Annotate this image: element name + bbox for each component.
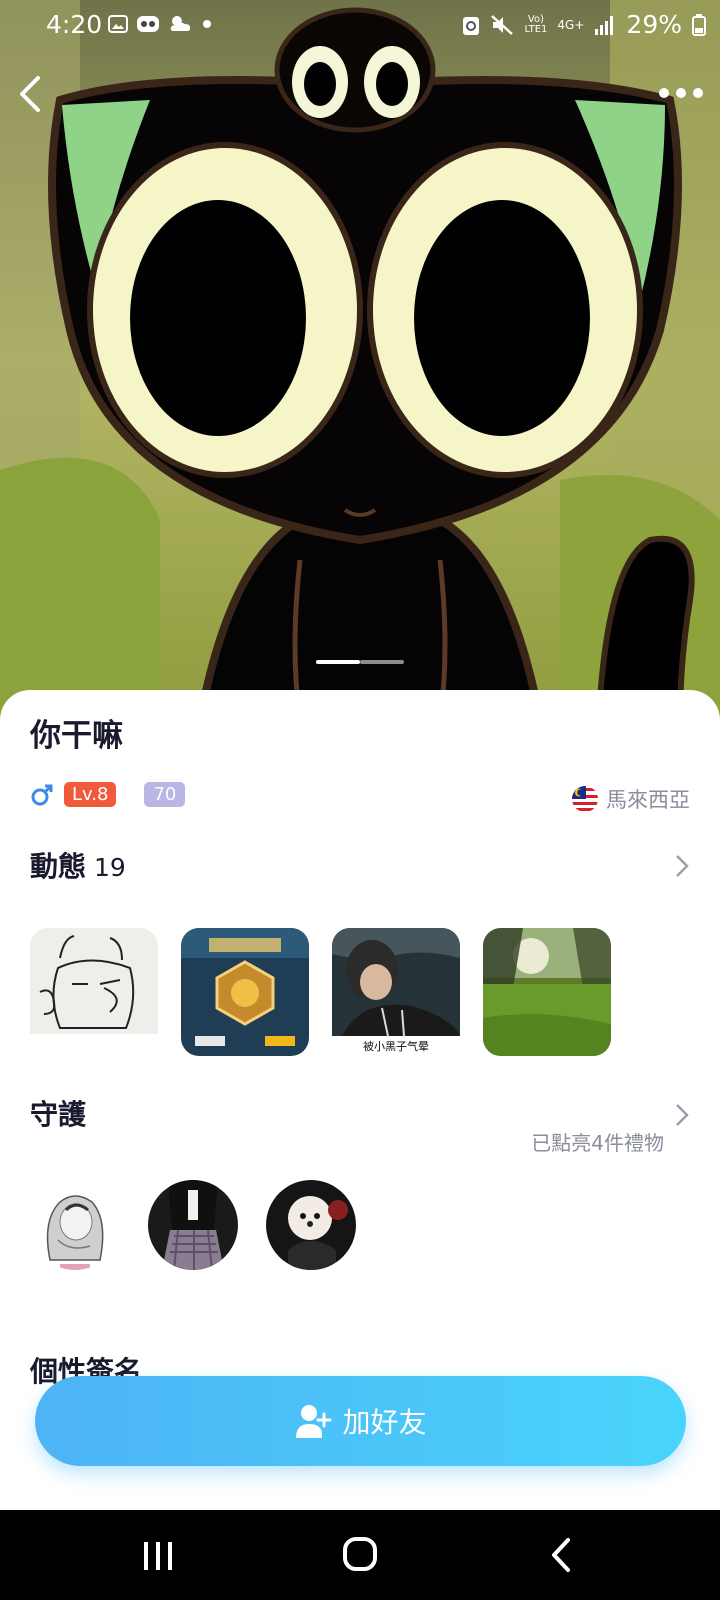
more-horizontal-icon (659, 88, 703, 98)
posts-title: 動態 (30, 850, 87, 883)
level-badge: Lv.8 (64, 782, 117, 807)
weather-icon (170, 16, 191, 31)
mute-icon (491, 14, 514, 35)
guard-section-title[interactable]: 守護 (30, 1093, 86, 1133)
dog-avatar (266, 1180, 356, 1270)
profile-photo[interactable] (0, 0, 720, 720)
score-badge: 70 (144, 782, 186, 807)
guard-chevron-right-icon[interactable] (674, 1102, 690, 1128)
person-photo-image: 被小黑子气晕 (332, 928, 460, 1056)
guard-avatar-3[interactable] (266, 1180, 356, 1270)
malaysia-flag-icon (572, 786, 598, 812)
dot-icon (203, 20, 211, 28)
signal-icon (595, 15, 614, 35)
face-app-icon (137, 16, 159, 32)
username: 你干嘛 (30, 718, 123, 754)
posts-section-title[interactable]: 動態 19 (30, 845, 126, 885)
profile-tags: Lv.8 70 (30, 782, 186, 807)
uniform-avatar (148, 1180, 238, 1270)
sketch-bunny-image (30, 928, 158, 1056)
add-friend-button[interactable]: 加好友 (35, 1376, 686, 1466)
posts-chevron-right-icon[interactable] (674, 853, 690, 879)
home-icon[interactable] (330, 1532, 390, 1578)
back-button[interactable] (12, 70, 52, 118)
status-time: 4:20 (46, 10, 103, 39)
posts-count: 19 (94, 853, 126, 882)
status-right-icons: Vo) LTE1 4G+ 29% (462, 10, 706, 39)
back-nav-icon[interactable] (532, 1532, 592, 1578)
status-bar: 4:20 Vo) LTE1 4G+ 29% (0, 0, 720, 52)
country-name: 馬來西亞 (606, 788, 690, 812)
battery-icon (692, 13, 706, 36)
add-friend-label: 加好友 (342, 1406, 427, 1439)
post-3-caption: 被小黑子气晕 (363, 1039, 429, 1053)
anime-girl-avatar (30, 1180, 120, 1270)
guard-title: 守護 (30, 1098, 87, 1131)
game-rank-badge-image (181, 928, 309, 1056)
post-thumb-1[interactable] (30, 928, 158, 1056)
chevron-left-icon (20, 76, 40, 112)
guard-avatar-2[interactable] (148, 1180, 238, 1270)
status-left-icons (108, 14, 212, 34)
add-user-icon (296, 1405, 332, 1438)
recent-apps-icon[interactable] (128, 1532, 188, 1578)
post-thumb-3[interactable]: 被小黑子气晕 (332, 928, 460, 1056)
alarm-icon (463, 16, 480, 35)
volte-label: Vo) LTE1 (524, 13, 548, 35)
park-photo-image (483, 928, 611, 1056)
post-thumb-2[interactable] (181, 928, 309, 1056)
posts-list: 被小黑子气晕 (30, 928, 611, 1056)
photo-indicator-active (316, 660, 360, 664)
guard-avatars (30, 1180, 356, 1270)
photo-indicator-inactive (360, 660, 404, 664)
black-cat-illustration (0, 0, 720, 720)
country-info: 馬來西亞 (572, 784, 690, 814)
male-icon (31, 784, 53, 805)
guard-avatar-1[interactable] (30, 1180, 120, 1270)
network-type-label: 4G+ (557, 17, 585, 32)
system-navigation-bar (0, 1510, 720, 1600)
battery-percent: 29% (626, 10, 682, 39)
post-thumb-4[interactable] (483, 928, 611, 1056)
gallery-icon (108, 15, 128, 33)
more-button[interactable] (656, 78, 706, 108)
guard-gift-note[interactable]: 已點亮4件禮物 (531, 1127, 664, 1156)
